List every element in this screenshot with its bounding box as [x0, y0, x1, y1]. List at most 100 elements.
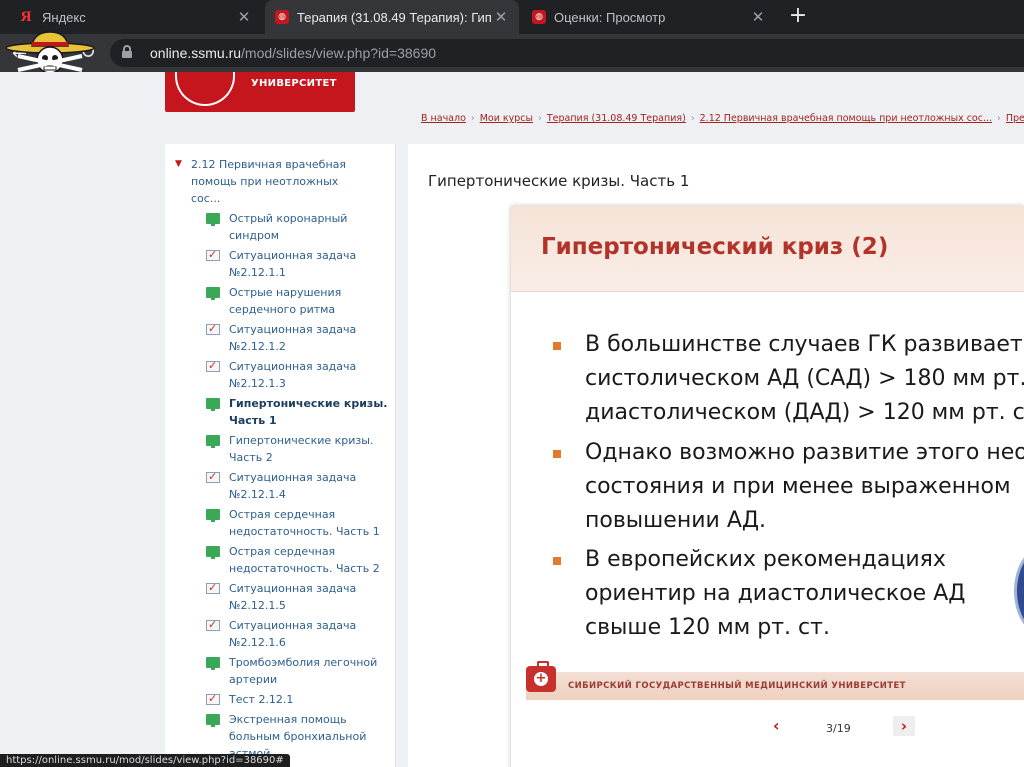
tab-close-icon[interactable]: ✕	[750, 8, 766, 26]
browser-tab-strip: Я Яндекс ✕ ◍ Терапия (31.08.49 Терапия):…	[0, 0, 1024, 34]
new-tab-button[interactable]: +	[785, 4, 811, 30]
slides-icon	[206, 509, 220, 522]
sidebar-item[interactable]: Гипертонические кризы. Часть 2	[205, 432, 395, 466]
sidebar-item[interactable]: Ситуационная задача №2.12.1.4	[205, 468, 395, 503]
bullet-square-icon	[553, 557, 561, 565]
breadcrumb-my-courses[interactable]: Мои курсы	[480, 113, 533, 124]
slides-icon	[206, 435, 220, 448]
bullet-square-icon	[553, 450, 561, 458]
breadcrumb-section[interactable]: 2.12 Первичная врачебная помощь при неот…	[700, 113, 992, 124]
sidebar-item[interactable]: Ситуационная задача №2.12.1.6	[205, 616, 395, 651]
sidebar-item[interactable]: Гипертонические кризы. Часть 1	[205, 395, 395, 429]
breadcrumb-presentation[interactable]: През	[1006, 113, 1024, 124]
sidebar-item[interactable]: Ситуационная задача №2.12.1.3	[205, 357, 395, 392]
sidebar-item[interactable]: Острая сердечная недостаточность. Часть 1	[205, 506, 395, 540]
tab-close-icon[interactable]: ✕	[493, 8, 509, 26]
sidebar-item-label: недостаточность. Часть 1	[229, 525, 380, 538]
first-aid-kit-icon: +	[526, 661, 556, 692]
slide-heading: Гипертонический криз (2)	[541, 234, 889, 260]
sidebar-item-label: Тест 2.12.1	[229, 693, 294, 706]
sidebar-item[interactable]: Ситуационная задача №2.12.1.2	[205, 320, 395, 355]
slides-icon	[206, 657, 220, 670]
university-emblem-icon	[175, 72, 235, 106]
tab-therapy[interactable]: ◍ Терапия (31.08.49 Терапия): Гип ✕	[265, 0, 519, 34]
slide-footer: + СИБИРСКИЙ ГОСУДАРСТВЕННЫЙ МЕДИЦИНСКИЙ …	[526, 661, 1024, 700]
ssmu-favicon-icon: ◍	[532, 10, 546, 24]
slides-icon	[206, 546, 220, 559]
tab-close-icon[interactable]: ✕	[236, 8, 252, 26]
task-icon	[206, 579, 220, 596]
url-text[interactable]: online.ssmu.ru/mod/slides/view.php?id=38…	[150, 45, 436, 61]
task-icon	[206, 468, 220, 485]
bullet-square-icon	[553, 342, 561, 350]
sidebar-item-label: Ситуационная задача	[229, 619, 357, 632]
sidebar-item-label: недостаточность. Часть 2	[229, 562, 380, 575]
task-icon	[206, 246, 220, 263]
sidebar-item-label: Острая сердечная	[229, 545, 336, 558]
sidebar-item-label: №2.12.1.4	[229, 488, 286, 501]
sidebar-item[interactable]: Ситуационная задача №2.12.1.1	[205, 246, 395, 281]
address-bar[interactable]: online.ssmu.ru/mod/slides/view.php?id=38…	[110, 39, 1024, 67]
yandex-favicon-icon: Я	[20, 8, 32, 25]
task-icon	[206, 690, 220, 707]
sidebar-item-label: №2.12.1.3	[229, 377, 286, 390]
next-slide-button[interactable]: ›	[893, 716, 915, 736]
main-content: Гипертонические кризы. Часть 1 Гипертони…	[408, 144, 1024, 767]
course-navigation-sidebar: ▼ 2.12 Первичная врачебная помощь при нео…	[165, 144, 396, 767]
sidebar-item-label: Острые нарушения	[229, 286, 342, 299]
lock-icon[interactable]	[122, 45, 132, 58]
sidebar-item[interactable]: Тест 2.12.1	[205, 690, 395, 708]
tab-grades[interactable]: ◍ Оценки: Просмотр ✕	[522, 0, 776, 34]
tab-title: Терапия (31.08.49 Терапия): Гип	[297, 9, 492, 25]
sidebar-item-label: Часть 1	[229, 414, 277, 427]
slide-header: Гипертонический криз (2)	[511, 206, 1024, 292]
sidebar-item-label: сердечного ритма	[229, 303, 336, 316]
page-title: Гипертонические кризы. Часть 1	[428, 172, 690, 190]
sidebar-item-label: Ситуационная задача	[229, 582, 357, 595]
browser-toolbar: ← ↻ online.ssmu.ru/mod/slides/view.php?i…	[0, 34, 1024, 72]
slide-bullet: В европейских рекомендациях ориентир на д…	[553, 543, 965, 645]
tab-title: Оценки: Просмотр	[554, 9, 666, 25]
sidebar-item-label: Ситуационная задача	[229, 249, 357, 262]
tab-title: Яндекс	[42, 9, 86, 25]
sidebar-item[interactable]: Ситуационная задача №2.12.1.5	[205, 579, 395, 614]
task-icon	[206, 616, 220, 633]
sidebar-item-label: Ситуационная задача	[229, 360, 357, 373]
university-seal-icon	[1014, 546, 1024, 636]
prev-slide-button[interactable]: ‹	[773, 716, 780, 735]
sidebar-item-label: Острая сердечная	[229, 508, 336, 521]
sidebar-item[interactable]: Острая сердечная недостаточность. Часть 2	[205, 543, 395, 577]
sidebar-item-label: Гипертонические кризы.	[229, 434, 374, 447]
sidebar-item[interactable]: Тромбоэмболия легочной артерии	[205, 654, 395, 688]
sidebar-item-label: артерии	[229, 673, 278, 686]
section-toggle-2-12[interactable]: ▼ 2.12 Первичная врачебная помощь при нео…	[175, 156, 391, 207]
sidebar-item-label: больным бронхиальной	[229, 730, 367, 743]
sidebar-item-label: Ситуационная задача	[229, 323, 357, 336]
task-icon	[206, 320, 220, 337]
caret-down-icon[interactable]: ▼	[175, 156, 182, 173]
moodle-page: УНИВЕРСИТЕТ В начало › Мои курсы › Терапия (…	[0, 72, 1024, 767]
sidebar-item-label: Часть 2	[229, 451, 273, 464]
straw-hat-skull-icon	[5, 31, 95, 74]
sidebar-item[interactable]: Острые нарушения сердечного ритма	[205, 284, 395, 318]
slide-footer-text: СИБИРСКИЙ ГОСУДАРСТВЕННЫЙ МЕДИЦИНСКИЙ УН…	[568, 681, 906, 691]
slide-bullet: В большинстве случаев ГК развивается сист…	[553, 328, 1024, 430]
slides-icon	[206, 287, 220, 300]
status-bar-url: https://online.ssmu.ru/mod/slides/view.p…	[0, 754, 290, 767]
slide-viewer: Гипертонический криз (2) В большинстве с…	[511, 206, 1024, 767]
breadcrumb-home[interactable]: В начало	[421, 113, 466, 124]
tab-yandex[interactable]: Я Яндекс ✕	[8, 0, 262, 34]
sidebar-item-label: №2.12.1.6	[229, 636, 286, 649]
sidebar-item[interactable]: Острый коронарный синдром	[205, 210, 395, 244]
sidebar-item-label: Острый коронарный	[229, 212, 348, 225]
sidebar-item-label: синдром	[229, 229, 280, 242]
sidebar-item-label: Ситуационная задача	[229, 471, 357, 484]
breadcrumb-course[interactable]: Терапия (31.08.49 Терапия)	[547, 113, 686, 124]
slide-pager: ‹ 3/19 ›	[511, 706, 1024, 748]
breadcrumb: В начало › Мои курсы › Терапия (31.08.49 Тер…	[421, 113, 1024, 124]
slides-icon	[206, 398, 220, 411]
ssmu-favicon-icon: ◍	[275, 10, 289, 24]
sidebar-item-label: Тромбоэмболия легочной	[229, 656, 378, 669]
sidebar-item-label: №2.12.1.2	[229, 340, 286, 353]
university-logo[interactable]: УНИВЕРСИТЕТ	[165, 72, 355, 112]
